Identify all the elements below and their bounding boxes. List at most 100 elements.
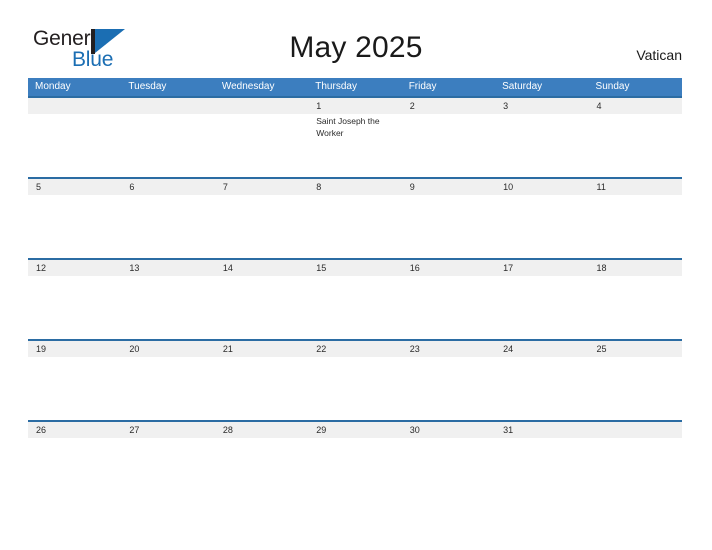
page-title: May 2025 [289,31,423,64]
day-number[interactable]: 17 [495,260,588,276]
day-cell[interactable] [28,438,121,501]
day-cell[interactable]: Saint Joseph the Worker [308,114,401,177]
day-cell[interactable] [589,276,682,339]
calendar-week-row: 1 2 3 4 Saint Joseph the Worker [28,96,682,177]
week-number-band: 1234 [28,98,682,114]
day-number-empty [589,422,682,438]
day-cell[interactable] [589,195,682,258]
day-number[interactable]: 7 [215,179,308,195]
dow-thursday: Thursday [315,81,357,92]
day-number[interactable]: 26 [28,422,121,438]
week-event-band: Saint Joseph the Worker [28,114,682,177]
week-number-band: 5 6 7 8 9 10 11 [28,179,682,195]
week-event-band [28,276,682,339]
day-number[interactable]: 12 [28,260,121,276]
day-number[interactable]: 24 [495,341,588,357]
day-number[interactable]: 15 [308,260,401,276]
day-cell[interactable] [402,357,495,420]
calendar-page: General Blue May 2025 Vatican Monday Tue… [0,0,712,550]
region-label: Vatican [636,47,682,63]
week-number-band: 26 27 28 29 30 31 [28,422,682,438]
day-number-empty [121,98,214,114]
day-cell[interactable] [308,438,401,501]
dow-tuesday: Tuesday [128,81,167,92]
week-number-band: 19 20 21 22 23 24 25 [28,341,682,357]
day-cell[interactable] [308,276,401,339]
day-number[interactable]: 3 [495,98,588,114]
dow-wednesday: Wednesday [221,81,275,92]
dow-sunday: Sunday [595,81,630,92]
calendar-week-row: 26 27 28 29 30 31 [28,420,682,501]
day-number[interactable]: 31 [495,422,588,438]
day-number[interactable]: 16 [402,260,495,276]
day-cell[interactable] [28,195,121,258]
day-cell[interactable] [495,357,588,420]
day-number-empty [215,98,308,114]
day-cell[interactable] [121,438,214,501]
day-cell[interactable] [28,276,121,339]
day-number[interactable]: 20 [121,341,214,357]
dow-saturday: Saturday [502,81,543,92]
day-cell[interactable] [308,195,401,258]
day-cell[interactable] [215,195,308,258]
day-cell[interactable] [28,114,121,177]
week-event-band [28,357,682,420]
calendar-week-row: 5 6 7 8 9 10 11 [28,177,682,258]
week-event-band [28,195,682,258]
day-number[interactable]: 6 [121,179,214,195]
day-cell[interactable] [121,357,214,420]
day-number[interactable]: 27 [121,422,214,438]
day-number[interactable]: 28 [215,422,308,438]
day-number[interactable]: 14 [215,260,308,276]
day-number[interactable]: 18 [589,260,682,276]
day-cell[interactable] [402,438,495,501]
day-cell[interactable] [402,114,495,177]
day-number[interactable]: 30 [402,422,495,438]
day-cell[interactable] [495,195,588,258]
day-number[interactable]: 5 [28,179,121,195]
day-cell[interactable] [121,195,214,258]
week-event-band [28,438,682,501]
dow-friday: Friday [408,81,437,92]
calendar-grid: Monday Tuesday Wednesday Thursday Friday… [28,78,682,501]
day-cell[interactable] [495,438,588,501]
day-number[interactable]: 8 [308,179,401,195]
day-number[interactable]: 23 [402,341,495,357]
day-cell[interactable] [121,276,214,339]
day-cell[interactable] [589,114,682,177]
day-number[interactable]: 11 [589,179,682,195]
day-cell[interactable] [308,357,401,420]
day-event: Saint Joseph the Worker [316,116,380,138]
day-number[interactable]: 21 [215,341,308,357]
week-number-band: 12 13 14 15 16 17 18 [28,260,682,276]
day-number[interactable]: 2 [402,98,495,114]
day-number[interactable]: 22 [308,341,401,357]
day-cell[interactable] [215,114,308,177]
day-number[interactable]: 10 [495,179,588,195]
day-number[interactable]: 29 [308,422,401,438]
day-cell[interactable] [28,357,121,420]
day-number[interactable]: 13 [121,260,214,276]
calendar-weeks: 1 2 3 4 Saint Joseph the Worker 5 6 7 8 9 10 11 12 13… [28,96,682,501]
day-cell[interactable] [589,438,682,501]
day-cell[interactable] [215,438,308,501]
day-cell[interactable] [402,195,495,258]
day-number[interactable]: 1 [308,98,401,114]
day-cell[interactable] [215,276,308,339]
day-cell[interactable] [495,114,588,177]
day-cell[interactable] [589,357,682,420]
day-number[interactable]: 4 [589,98,682,114]
day-number[interactable]: 19 [28,341,121,357]
dow-monday: Monday [35,81,71,92]
day-number[interactable]: 25 [589,341,682,357]
calendar-week-row: 19 20 21 22 23 24 25 [28,339,682,420]
day-number-empty [28,98,121,114]
day-cell[interactable] [215,357,308,420]
calendar-week-row: 12 13 14 15 16 17 18 [28,258,682,339]
page-header: General Blue May 2025 Vatican [0,0,712,76]
day-number[interactable]: 9 [402,179,495,195]
day-of-week-header: Monday Tuesday Wednesday Thursday Friday… [28,78,682,96]
day-cell[interactable] [402,276,495,339]
day-cell[interactable] [495,276,588,339]
day-cell[interactable] [121,114,214,177]
